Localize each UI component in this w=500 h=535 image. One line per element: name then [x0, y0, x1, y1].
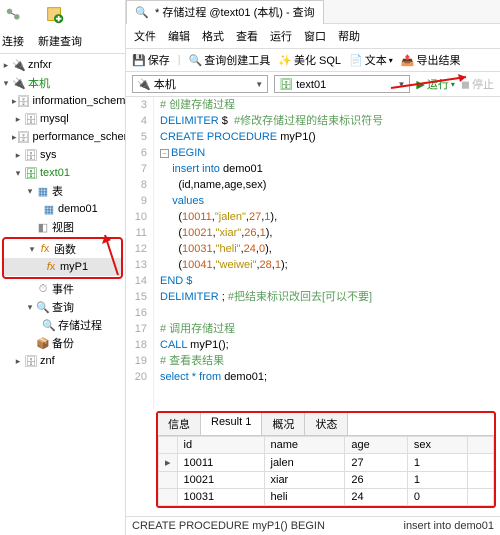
- new-query-label[interactable]: 新建查询: [38, 33, 82, 49]
- fold-icon[interactable]: −: [160, 149, 169, 158]
- table-row[interactable]: 10031heli240: [159, 489, 494, 506]
- play-icon: ▶: [416, 78, 424, 91]
- status-bar: CREATE PROCEDURE myP1() BEGIN insert int…: [126, 516, 500, 535]
- tree-sys[interactable]: ▸🗄sys: [0, 146, 125, 164]
- menu-view[interactable]: 查看: [236, 28, 258, 44]
- builder-icon: 🔍: [189, 54, 203, 67]
- text-icon: 📄: [349, 54, 363, 67]
- col-age[interactable]: age: [345, 437, 408, 454]
- tree-znf[interactable]: ▸🗄znf: [0, 352, 125, 370]
- beautify-button[interactable]: ✨美化 SQL: [278, 52, 341, 68]
- tab-title: * 存储过程 @text01 (本机) - 查询: [155, 4, 315, 20]
- connect-icon[interactable]: [4, 4, 26, 29]
- col-sex[interactable]: sex: [407, 437, 467, 454]
- result-tab-1[interactable]: Result 1: [201, 413, 262, 435]
- table-row[interactable]: ▸10011jalen271: [159, 454, 494, 472]
- result-tab-info[interactable]: 信息: [158, 413, 201, 435]
- tree-mysql[interactable]: ▸🗄mysql: [0, 110, 125, 128]
- tree-events[interactable]: ⏱事件: [0, 280, 125, 298]
- result-table[interactable]: idnameagesex ▸10011jalen271 10021xiar261…: [158, 436, 494, 506]
- connection-combo[interactable]: 🔌 本机▼: [132, 75, 268, 93]
- tree-demo01[interactable]: ▦demo01: [0, 200, 125, 218]
- line-gutter: 34567891011121314151617181920: [126, 97, 154, 409]
- tree-myp1[interactable]: fxmyP1: [4, 258, 121, 276]
- tree-functions[interactable]: ▾fx函数: [4, 240, 121, 258]
- chevron-down-icon: ▼: [255, 80, 263, 89]
- text-button[interactable]: 📄文本▾: [349, 52, 393, 68]
- menu-help[interactable]: 帮助: [338, 28, 360, 44]
- connect-label[interactable]: 连接: [2, 33, 24, 49]
- tree-local[interactable]: ▾🔌本机: [0, 74, 125, 92]
- tree-text01[interactable]: ▾🗄text01: [0, 164, 125, 182]
- menu-edit[interactable]: 编辑: [168, 28, 190, 44]
- document-tabs: 🔍 * 存储过程 @text01 (本机) - 查询: [126, 0, 500, 24]
- tree-queries[interactable]: ▾🔍查询: [0, 298, 125, 316]
- tree-znfxr[interactable]: ▸🔌znfxr: [0, 56, 125, 74]
- menu-run[interactable]: 运行: [270, 28, 292, 44]
- tree-tables[interactable]: ▾▦表: [0, 182, 125, 200]
- tree-stored-proc[interactable]: 🔍存储过程: [0, 316, 125, 334]
- chevron-down-icon: ▼: [397, 80, 405, 89]
- menu-bar: 文件 编辑 格式 查看 运行 窗口 帮助: [126, 24, 500, 49]
- query-icon: 🔍: [135, 5, 149, 19]
- stop-button[interactable]: ◼停止: [461, 76, 494, 92]
- tree-views[interactable]: ◧视图: [0, 218, 125, 236]
- result-tab-status[interactable]: 状态: [305, 413, 348, 435]
- export-icon: 📤: [401, 54, 415, 67]
- stop-icon: ◼: [461, 78, 470, 91]
- wand-icon: ✨: [278, 54, 292, 67]
- save-icon: 💾: [132, 54, 146, 67]
- tree-information-schema[interactable]: ▸🗄information_schema: [0, 92, 125, 110]
- table-row[interactable]: 10021xiar261: [159, 472, 494, 489]
- tree-performance[interactable]: ▸🗄performance_schema: [0, 128, 125, 146]
- menu-window[interactable]: 窗口: [304, 28, 326, 44]
- code-editor[interactable]: # 创建存储过程 DELIMITER $ #修改存储过程的结束标识符号 CREA…: [154, 97, 500, 409]
- run-button[interactable]: ▶运行▾: [416, 76, 454, 92]
- database-combo[interactable]: 🗄 text01▼: [274, 75, 410, 93]
- status-left: CREATE PROCEDURE myP1() BEGIN: [132, 520, 325, 532]
- col-id[interactable]: id: [177, 437, 264, 454]
- connection-tree: ▸🔌znfxr ▾🔌本机 ▸🗄information_schema ▸🗄mysq…: [0, 54, 125, 535]
- col-name[interactable]: name: [264, 437, 345, 454]
- export-button[interactable]: 📤导出结果: [401, 52, 461, 68]
- tree-backup[interactable]: 📦备份: [0, 334, 125, 352]
- status-right: insert into demo01: [404, 520, 495, 532]
- save-button[interactable]: 💾保存: [132, 52, 170, 68]
- menu-file[interactable]: 文件: [134, 28, 156, 44]
- tab-query[interactable]: 🔍 * 存储过程 @text01 (本机) - 查询: [126, 0, 324, 24]
- new-query-icon[interactable]: [44, 4, 66, 29]
- result-panel: 信息 Result 1 概况 状态 idnameagesex ▸10011jal…: [156, 411, 496, 508]
- menu-format[interactable]: 格式: [202, 28, 224, 44]
- tool-bar: 💾保存 | 🔍查询创建工具 ✨美化 SQL 📄文本▾ 📤导出结果: [126, 49, 500, 72]
- builder-button[interactable]: 🔍查询创建工具: [189, 52, 271, 68]
- result-tab-profile[interactable]: 概况: [262, 413, 305, 435]
